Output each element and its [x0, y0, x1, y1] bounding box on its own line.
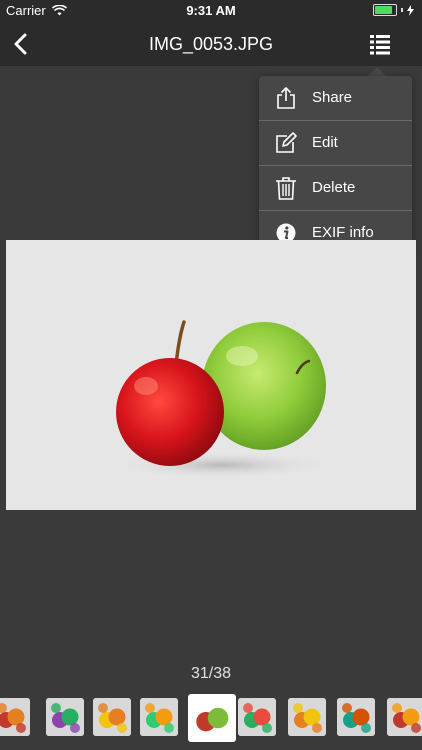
battery-icon	[373, 4, 397, 16]
status-bar: Carrier 9:31 AM	[0, 0, 422, 22]
thumb-apples-selected[interactable]	[188, 694, 236, 742]
share-icon	[277, 87, 295, 109]
battery-cap	[401, 8, 403, 12]
menu-item-share[interactable]: Share	[259, 76, 412, 121]
nav-bar: IMG_0053.JPG	[0, 22, 422, 66]
battery-fill	[375, 6, 392, 14]
thumbnail-image	[140, 698, 178, 736]
menu-item-label: Share	[312, 89, 353, 106]
thumbnail-image	[0, 698, 30, 736]
menu-item-label: Delete	[312, 179, 356, 196]
red-apple	[116, 358, 224, 466]
thumb-fruit-6[interactable]	[238, 698, 276, 736]
photo-view[interactable]	[6, 240, 416, 510]
thumbnail-image	[93, 698, 131, 736]
list-menu-icon	[370, 35, 390, 55]
thumb-fruit-4[interactable]	[140, 698, 178, 736]
charging-bolt-icon	[407, 4, 414, 16]
thumb-fruit-2[interactable]	[46, 698, 84, 736]
edit-icon	[276, 132, 297, 153]
thumb-fruit-1[interactable]	[0, 698, 30, 736]
trash-icon	[276, 177, 296, 200]
thumb-fruit-7[interactable]	[288, 698, 326, 736]
thumbnail-image	[46, 698, 84, 736]
menu-item-label: EXIF info	[312, 224, 374, 241]
apples-photo	[6, 240, 416, 510]
thumbnail-image	[288, 698, 326, 736]
photo-counter: 31/38	[190, 665, 232, 682]
thumb-fruit-8[interactable]	[337, 698, 375, 736]
menu-item-label: Edit	[312, 134, 338, 151]
thumb-fruit-3[interactable]	[93, 698, 131, 736]
menu-button[interactable]	[368, 32, 392, 56]
status-time: 9:31 AM	[186, 3, 236, 18]
thumbnail-image	[337, 698, 375, 736]
action-menu: Share Edit Delete EXIF info	[259, 76, 412, 255]
status-right	[373, 4, 414, 16]
thumbnail-image	[238, 698, 276, 736]
page-title: IMG_0053.JPG	[148, 34, 274, 54]
thumbnail-image	[387, 698, 422, 736]
dropdown-caret	[368, 67, 386, 76]
thumb-fruit-9[interactable]	[387, 698, 422, 736]
thumbnail-strip[interactable]	[0, 692, 422, 742]
menu-item-edit[interactable]: Edit	[259, 121, 412, 166]
menu-item-delete[interactable]: Delete	[259, 166, 412, 211]
thumbnail-image	[189, 695, 235, 741]
